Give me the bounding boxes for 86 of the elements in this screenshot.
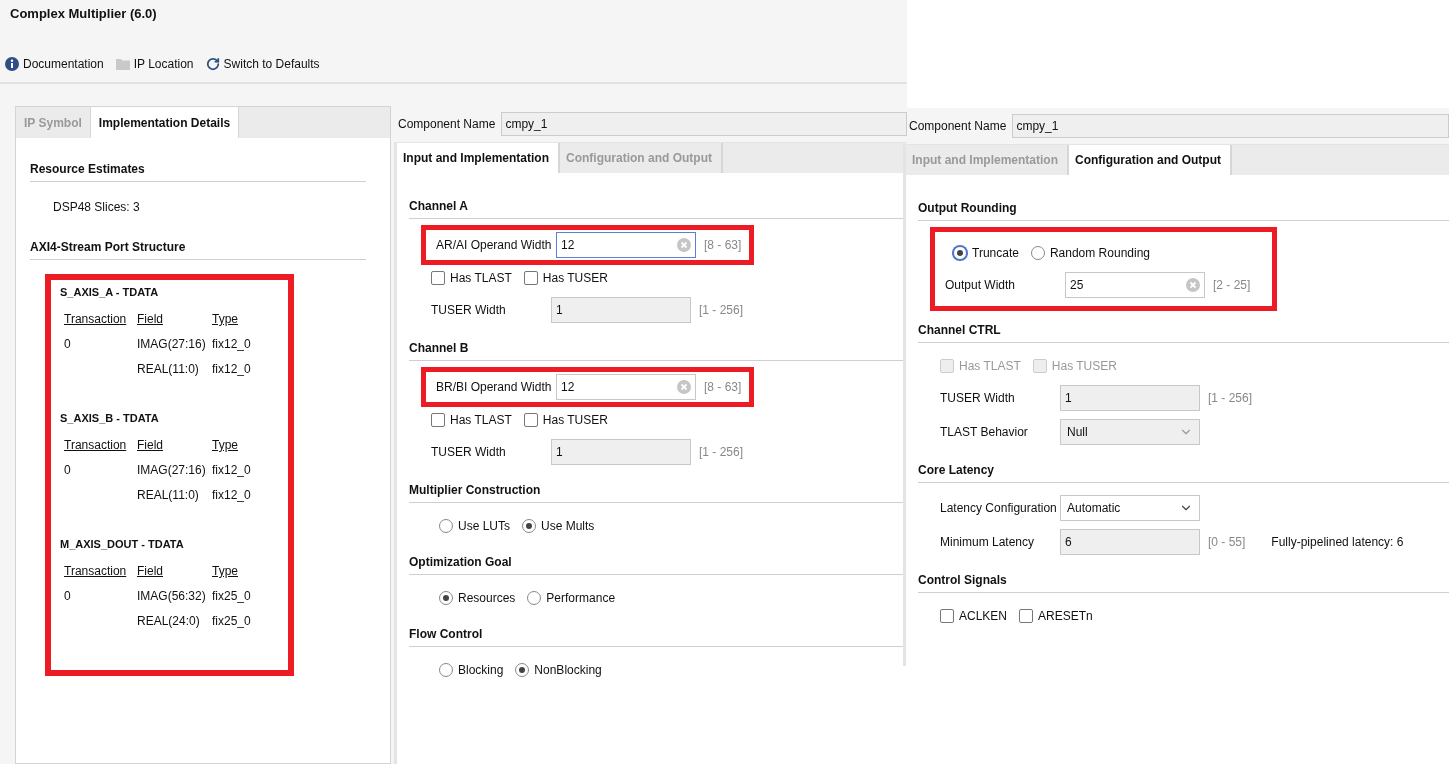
clear-icon[interactable]: [677, 238, 691, 252]
page-tab[interactable]: Configuration and Output: [1069, 145, 1232, 175]
checkbox-option[interactable]: Has TUSER: [523, 271, 608, 285]
table-cell-text: REAL(11:0): [137, 488, 200, 502]
range-hint: [2 - 25]: [1213, 278, 1251, 292]
range-hint: [8 - 63]: [704, 238, 742, 252]
column-header: Field: [137, 564, 164, 578]
resource-text: DSP48 Slices: 3: [52, 199, 141, 216]
table-cell-text: fix25_0: [212, 589, 252, 603]
table-cell-text: fix25_0: [212, 614, 252, 628]
radio-option[interactable]: Truncate: [953, 246, 1019, 260]
component-name-field[interactable]: cmpy_1: [1012, 114, 1449, 138]
column-header: Type: [212, 438, 239, 452]
checkbox-option[interactable]: Has TLAST: [431, 271, 512, 285]
column-header: Type: [212, 564, 239, 578]
column-header: Field: [137, 438, 164, 452]
table-cell-text: fix12_0: [212, 463, 252, 477]
checkbox-option[interactable]: ARESETn: [1019, 609, 1093, 623]
table-cell-text: fix12_0: [212, 488, 252, 502]
dropdown-label: TLAST Behavior: [940, 425, 1029, 439]
table-cell-text: REAL(11:0): [137, 362, 200, 376]
radio-option[interactable]: Use Mults: [522, 519, 595, 533]
table-cell-text: 0: [64, 589, 72, 603]
field-label: BR/BI Operand Width: [436, 380, 553, 394]
column-header: Field: [137, 312, 164, 326]
field-label: TUSER Width: [431, 303, 507, 317]
info-icon: [5, 57, 19, 71]
section-heading: Resource Estimates: [30, 162, 366, 182]
section-heading: Control Signals: [918, 573, 1449, 593]
checkbox-option[interactable]: ACLKEN: [940, 609, 1008, 623]
toolbar-button[interactable]: IP Location: [115, 57, 194, 71]
range-hint: [8 - 63]: [704, 380, 742, 394]
refresh-icon: [205, 57, 220, 71]
section-heading: Channel CTRL: [918, 323, 1449, 343]
table-cell-text: IMAG(27:16): [137, 463, 207, 477]
section-heading: Core Latency: [918, 463, 1449, 483]
field-label: AR/AI Operand Width: [436, 238, 553, 252]
field-label: Component Name: [909, 119, 1007, 133]
dropdown[interactable]: Automatic: [1060, 495, 1200, 521]
field-label: TUSER Width: [940, 391, 1016, 405]
table-cell-text: REAL(24:0): [137, 614, 201, 628]
range-hint: [0 - 55]: [1208, 535, 1246, 549]
port-title: S_AXIS_B - TDATA: [60, 411, 160, 424]
table-cell-text: fix12_0: [212, 362, 252, 376]
radio-option[interactable]: Blocking: [439, 663, 504, 677]
range-hint: [1 - 256]: [699, 445, 744, 459]
field-label: TUSER Width: [431, 445, 507, 459]
clear-icon[interactable]: [677, 380, 691, 394]
table-cell-text: 0: [64, 463, 72, 477]
radio-option[interactable]: Random Rounding: [1030, 246, 1150, 260]
field-label: Component Name: [398, 117, 496, 131]
toolbar-button[interactable]: Switch to Defaults: [205, 57, 320, 71]
table-cell-text: IMAG(27:16): [137, 337, 207, 351]
input-field[interactable]: 12: [556, 374, 696, 400]
radio-option[interactable]: Use LUTs: [439, 519, 510, 533]
component-name-field[interactable]: cmpy_1: [501, 112, 907, 136]
field-label: Minimum Latency: [940, 535, 1036, 549]
section-heading: Output Rounding: [918, 201, 1449, 221]
window-title: Complex Multiplier (6.0): [10, 6, 158, 21]
panel-tab[interactable]: Implementation Details: [90, 107, 240, 138]
port-title: S_AXIS_A - TDATA: [60, 285, 160, 298]
range-hint: [1 - 256]: [699, 303, 744, 317]
page-tab[interactable]: Input and Implementation: [397, 143, 560, 173]
clear-icon[interactable]: [1186, 278, 1200, 292]
dropdown-label: Latency Configuration: [940, 501, 1058, 515]
port-title: M_AXIS_DOUT - TDATA: [60, 537, 185, 550]
table-cell-text: IMAG(56:32): [137, 589, 207, 603]
column-header: Transaction: [64, 312, 128, 326]
toolbar-button[interactable]: Documentation: [5, 57, 104, 71]
latency-note: Fully-pipelined latency: 6: [1271, 535, 1404, 549]
table-cell-text: 0: [64, 337, 72, 351]
checkbox-option[interactable]: Has TUSER: [523, 413, 608, 427]
column-header: Type: [212, 312, 239, 326]
input-field[interactable]: 25: [1065, 272, 1205, 298]
folder-icon: [115, 58, 130, 70]
section-heading: AXI4-Stream Port Structure: [30, 240, 366, 260]
radio-option[interactable]: NonBlocking: [515, 663, 602, 677]
radio-option[interactable]: Performance: [527, 591, 616, 605]
column-header: Transaction: [64, 564, 128, 578]
range-hint: [1 - 256]: [1208, 391, 1253, 405]
table-cell-text: fix12_0: [212, 337, 252, 351]
column-header: Transaction: [64, 438, 128, 452]
radio-option[interactable]: Resources: [439, 591, 516, 605]
field-label: Output Width: [945, 278, 1017, 292]
input-field[interactable]: 12: [556, 232, 696, 258]
checkbox-option[interactable]: Has TLAST: [431, 413, 512, 427]
